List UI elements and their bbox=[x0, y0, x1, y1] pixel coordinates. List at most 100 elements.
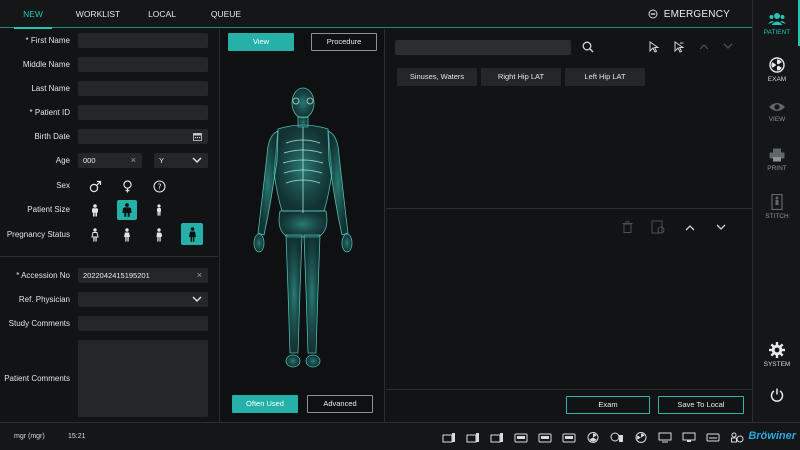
accession-no-value: 2022042415195201 bbox=[83, 271, 150, 280]
patient-id-field[interactable] bbox=[78, 105, 208, 120]
male-button[interactable] bbox=[85, 176, 105, 196]
nav-print-label: PRINT bbox=[767, 165, 787, 172]
image-settings-icon[interactable] bbox=[651, 220, 665, 234]
nav-view[interactable]: VIEW bbox=[753, 101, 800, 123]
eye-icon bbox=[769, 103, 785, 111]
patients-icon bbox=[768, 13, 786, 25]
tab-local[interactable]: LOCAL bbox=[140, 0, 184, 28]
power-button[interactable] bbox=[753, 388, 800, 405]
gear-icon bbox=[769, 342, 785, 358]
middle-name-field[interactable] bbox=[78, 57, 208, 72]
emergency-button[interactable]: EMERGENCY bbox=[648, 0, 730, 28]
detector-status-icon bbox=[490, 433, 503, 443]
patient-comments-field[interactable] bbox=[78, 340, 208, 417]
move-down-icon[interactable] bbox=[716, 224, 726, 231]
female-button[interactable] bbox=[117, 176, 137, 196]
advanced-button[interactable]: Advanced bbox=[307, 395, 373, 413]
size-adult-button[interactable] bbox=[85, 200, 105, 220]
age-unit-select[interactable]: Y bbox=[154, 153, 208, 168]
trash-icon[interactable] bbox=[622, 221, 633, 233]
procedure-item[interactable]: Left Hip LAT bbox=[565, 68, 645, 86]
search-icon[interactable] bbox=[582, 41, 594, 53]
calendar-icon[interactable] bbox=[193, 132, 202, 141]
nav-system[interactable]: SYSTEM bbox=[753, 342, 800, 368]
person-large-icon bbox=[122, 203, 132, 217]
pregnancy-none-icon bbox=[91, 228, 99, 242]
tube-status-icon bbox=[610, 432, 623, 442]
exam-button[interactable]: Exam bbox=[566, 396, 650, 414]
age-field[interactable]: 000 × bbox=[78, 153, 142, 168]
chevron-down-icon bbox=[192, 296, 202, 302]
accession-no-label: * Accession No bbox=[16, 271, 70, 280]
nav-stitch[interactable]: STITCH bbox=[753, 194, 800, 220]
last-name-field[interactable] bbox=[78, 81, 208, 96]
form-divider bbox=[0, 256, 218, 257]
procedure-button[interactable]: Procedure bbox=[311, 33, 377, 51]
view-button[interactable]: View bbox=[228, 33, 294, 51]
ref-physician-select[interactable] bbox=[78, 292, 208, 307]
tab-new[interactable]: NEW bbox=[14, 0, 52, 29]
procedure-item[interactable]: Right Hip LAT bbox=[481, 68, 561, 86]
emergency-label: EMERGENCY bbox=[663, 8, 730, 20]
male-icon bbox=[89, 180, 101, 192]
person-icon bbox=[92, 203, 98, 216]
network-status-icon bbox=[682, 432, 696, 442]
clock: 15:21 bbox=[68, 433, 86, 440]
move-up-icon[interactable] bbox=[685, 224, 695, 231]
study-comments-label: Study Comments bbox=[8, 319, 70, 328]
add-procedure-icon[interactable] bbox=[648, 41, 659, 53]
save-to-local-button[interactable]: Save To Local bbox=[658, 396, 744, 414]
emergency-icon bbox=[648, 9, 658, 19]
procedure-item[interactable]: Sinuses, Waters bbox=[397, 68, 477, 86]
move-down-icon[interactable] bbox=[723, 43, 733, 50]
move-up-icon[interactable] bbox=[699, 43, 709, 50]
first-name-field[interactable] bbox=[78, 33, 208, 48]
clear-accession-icon[interactable]: × bbox=[197, 268, 202, 283]
body-skeleton-image[interactable] bbox=[240, 81, 366, 379]
status-bar: mgr (mgr) 15:21 Bröwiner bbox=[0, 422, 800, 450]
generator-status-icon bbox=[562, 433, 576, 443]
brand-logo: Bröwiner bbox=[748, 430, 796, 442]
radiation-status-icon bbox=[635, 432, 647, 443]
unknown-sex-button[interactable]: ? bbox=[149, 176, 169, 196]
svg-text:?: ? bbox=[157, 182, 161, 191]
detector-status-icon bbox=[466, 433, 479, 443]
top-tab-bar: NEW WORKLIST LOCAL QUEUE EMERGENCY bbox=[0, 0, 752, 29]
pregnancy-possible-icon bbox=[124, 228, 130, 242]
often-used-button[interactable]: Often Used bbox=[232, 395, 298, 413]
pregnancy-unknown-button[interactable] bbox=[181, 223, 203, 245]
pregnancy-definite-button[interactable] bbox=[149, 225, 169, 245]
nav-print[interactable]: PRINT bbox=[753, 148, 800, 172]
study-comments-field[interactable] bbox=[78, 316, 208, 331]
age-label: Age bbox=[55, 156, 70, 165]
nav-system-label: SYSTEM bbox=[763, 361, 791, 368]
printer-icon bbox=[769, 148, 785, 162]
pregnancy-possible-button[interactable] bbox=[117, 225, 137, 245]
nav-exam[interactable]: EXAM bbox=[753, 57, 800, 83]
accession-no-field[interactable]: 2022042415195201 × bbox=[78, 268, 208, 283]
generator-status-icon bbox=[514, 433, 528, 443]
patient-id-label: * Patient ID bbox=[29, 108, 70, 117]
pregnancy-status-label: Pregnancy Status bbox=[6, 230, 70, 239]
procedure-search-input[interactable] bbox=[395, 40, 571, 55]
pregnancy-none-button[interactable] bbox=[85, 225, 105, 245]
stitch-icon bbox=[771, 194, 783, 210]
pregnancy-unknown-icon bbox=[188, 226, 196, 242]
remove-procedure-icon[interactable] bbox=[673, 41, 684, 53]
tab-queue[interactable]: QUEUE bbox=[202, 0, 250, 28]
patient-comments-label: Patient Comments bbox=[4, 374, 70, 383]
panel-divider bbox=[386, 208, 752, 209]
nav-patient[interactable]: PATIENT bbox=[753, 12, 800, 36]
pregnancy-definite-icon bbox=[156, 228, 163, 242]
printer-status-icon bbox=[706, 433, 720, 442]
nav-view-label: VIEW bbox=[768, 116, 786, 123]
tab-worklist[interactable]: WORKLIST bbox=[72, 0, 124, 28]
female-icon bbox=[122, 179, 132, 192]
size-child-button[interactable] bbox=[149, 200, 169, 220]
size-large-button[interactable] bbox=[117, 200, 137, 220]
nav-exam-label: EXAM bbox=[767, 76, 787, 83]
clear-age-icon[interactable]: × bbox=[131, 153, 136, 168]
sex-label: Sex bbox=[56, 181, 70, 190]
middle-name-label: Middle Name bbox=[22, 60, 70, 69]
birth-date-field[interactable] bbox=[78, 129, 208, 144]
